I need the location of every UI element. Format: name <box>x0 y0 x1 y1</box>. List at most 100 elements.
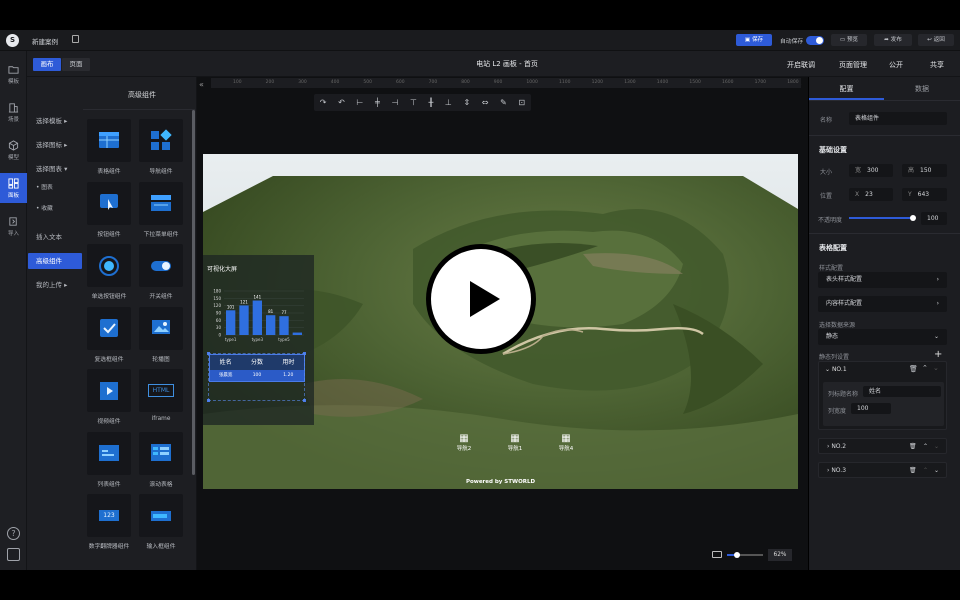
nav-item-1[interactable]: ▦ 导航1 <box>504 433 526 452</box>
category-chart-sub[interactable]: • 图表 <box>28 180 82 196</box>
move-up-icon[interactable]: ⌃ <box>922 364 928 372</box>
distribute-v-icon[interactable]: ⇕ <box>463 98 470 107</box>
help-icon[interactable]: ? <box>7 527 20 540</box>
category-advanced[interactable]: 高级组件 <box>28 253 82 269</box>
component-card[interactable] <box>139 494 183 537</box>
column-width-input[interactable]: 100 <box>851 403 891 414</box>
column-header-3[interactable]: › NO.3 🗑 ⌃ ⌄ <box>818 462 947 478</box>
opacity-slider[interactable] <box>849 215 916 221</box>
align-vcenter-icon[interactable]: ╫ <box>429 98 434 107</box>
component-card[interactable] <box>87 181 131 225</box>
component-card[interactable] <box>87 369 131 412</box>
back-button[interactable]: ↩ 返回 <box>918 34 954 46</box>
rail-item-scene[interactable]: 场景 <box>0 97 27 127</box>
component-card[interactable] <box>139 244 183 287</box>
minimap-icon[interactable] <box>712 551 722 558</box>
delete-icon[interactable]: 🗑 <box>909 463 917 479</box>
undo-icon[interactable]: ↶ <box>338 98 345 107</box>
app-logo[interactable]: S <box>6 34 19 47</box>
category-icon[interactable]: 选择图标 ▸ <box>28 137 82 153</box>
carousel-icon <box>152 320 170 334</box>
project-name[interactable]: 新建案例 <box>32 36 58 46</box>
category-template[interactable]: 选择模板 ▸ <box>28 113 82 129</box>
tab-data[interactable]: 数据 <box>884 84 960 94</box>
header-style-button[interactable]: 表头样式配置 › <box>818 272 947 288</box>
tab-canvas[interactable]: 画布 <box>33 58 61 71</box>
rail-item-model[interactable]: 模型 <box>0 135 27 165</box>
rail-item-import[interactable]: 导入 <box>0 211 27 241</box>
debug-button[interactable]: 开启联调 <box>787 60 815 70</box>
move-up-icon[interactable]: ⌃ <box>923 463 928 479</box>
align-bottom-icon[interactable]: ⊥ <box>445 98 452 107</box>
autosave-toggle[interactable] <box>806 36 824 45</box>
category-chart[interactable]: 选择图表 ▾ <box>28 161 82 177</box>
collapse-panel-icon[interactable]: « <box>199 80 209 90</box>
delete-icon[interactable]: 🗑 <box>909 439 917 455</box>
component-card[interactable] <box>87 306 131 350</box>
zoom-slider[interactable] <box>727 552 763 558</box>
column-name-input[interactable]: 姓名 <box>863 386 941 397</box>
zoom-slider-thumb[interactable] <box>734 552 740 558</box>
component-card[interactable] <box>87 244 131 287</box>
lock-icon[interactable]: ⊡ <box>518 98 525 107</box>
width-input[interactable]: 宽 300 <box>849 164 893 177</box>
align-right-icon[interactable]: ⊣ <box>391 98 398 107</box>
component-card[interactable] <box>139 119 183 162</box>
height-input[interactable]: 高 150 <box>902 164 947 177</box>
y-input[interactable]: Y 643 <box>902 188 947 201</box>
rail-item-template[interactable]: 模板 <box>0 59 27 89</box>
chart-widget[interactable]: 可视化大屏 180 150 120 90 60 30 0 101 type1 121 141 type… <box>203 255 314 425</box>
fullscreen-icon[interactable] <box>7 548 20 561</box>
move-down-icon[interactable]: ⌄ <box>934 439 939 455</box>
component-card[interactable] <box>139 181 183 225</box>
move-up-icon[interactable]: ⌃ <box>923 439 928 455</box>
play-button[interactable] <box>426 244 536 354</box>
distribute-h-icon[interactable]: ⇔ <box>482 98 489 107</box>
delete-icon[interactable]: 🗑 <box>909 365 918 373</box>
component-card[interactable] <box>139 306 183 350</box>
x-input[interactable]: X 23 <box>849 188 893 201</box>
preview-button[interactable]: ▭ 预览 <box>831 34 867 46</box>
save-button[interactable]: ▣ 保存 <box>736 34 772 46</box>
component-card[interactable] <box>87 119 131 162</box>
nav-item-2[interactable]: ▦ 导航2 <box>453 433 475 452</box>
component-card[interactable]: HTML <box>139 369 183 412</box>
brush-icon[interactable]: ✎ <box>500 98 507 107</box>
opacity-input[interactable]: 100 <box>921 212 947 225</box>
table-settings-title: 表格配置 <box>819 244 847 252</box>
column-header-1[interactable]: ⌄ NO.1 <box>825 366 847 373</box>
rail-item-panel[interactable]: 面板 <box>0 173 27 203</box>
opacity-slider-thumb[interactable] <box>910 215 916 221</box>
chevron-right-icon: › <box>936 276 939 283</box>
tab-pages[interactable]: 页面 <box>62 58 90 71</box>
align-left-icon[interactable]: ⊢ <box>356 98 363 107</box>
add-column-icon[interactable]: + <box>934 349 942 360</box>
source-select[interactable]: 静态 ⌄ <box>818 329 947 345</box>
project-settings-icon[interactable] <box>72 35 79 43</box>
publish-button[interactable]: ➦ 发布 <box>874 34 912 46</box>
name-input[interactable]: 表格组件 <box>849 112 947 125</box>
public-button[interactable]: 公开 <box>889 60 903 70</box>
component-label: 列表组件 <box>97 481 121 488</box>
page-manage-button[interactable]: 页面管理 <box>839 60 867 70</box>
panel-scrollbar[interactable] <box>192 110 195 475</box>
redo-icon[interactable]: ↷ <box>320 98 327 107</box>
category-text[interactable]: 插入文本 <box>28 229 82 245</box>
component-panel: 高级组件 选择模板 ▸ 选择图标 ▸ 选择图表 ▾ • 图表 • 收藏 插入文本… <box>27 77 197 570</box>
nav-item-4[interactable]: ▦ 导航4 <box>555 433 577 452</box>
component-card[interactable] <box>87 431 131 475</box>
content-style-button[interactable]: 内容样式配置 › <box>818 296 947 312</box>
component-card[interactable]: 123 <box>87 494 131 537</box>
move-down-icon[interactable]: ⌄ <box>933 364 939 372</box>
component-card[interactable] <box>139 431 183 475</box>
column-header-2[interactable]: › NO.2 🗑 ⌃ ⌄ <box>818 438 947 454</box>
ruler-tick: 1800 <box>787 80 799 85</box>
zoom-value[interactable]: 62% <box>768 549 792 561</box>
align-hcenter-icon[interactable]: ╪ <box>375 98 380 107</box>
category-favorite-sub[interactable]: • 收藏 <box>28 201 82 217</box>
share-button[interactable]: 共享 <box>930 60 944 70</box>
tab-config[interactable]: 配置 <box>809 84 884 94</box>
category-upload[interactable]: 我的上传 ▸ <box>28 277 82 293</box>
move-down-icon[interactable]: ⌄ <box>934 463 939 479</box>
align-top-icon[interactable]: ⊤ <box>410 98 417 107</box>
